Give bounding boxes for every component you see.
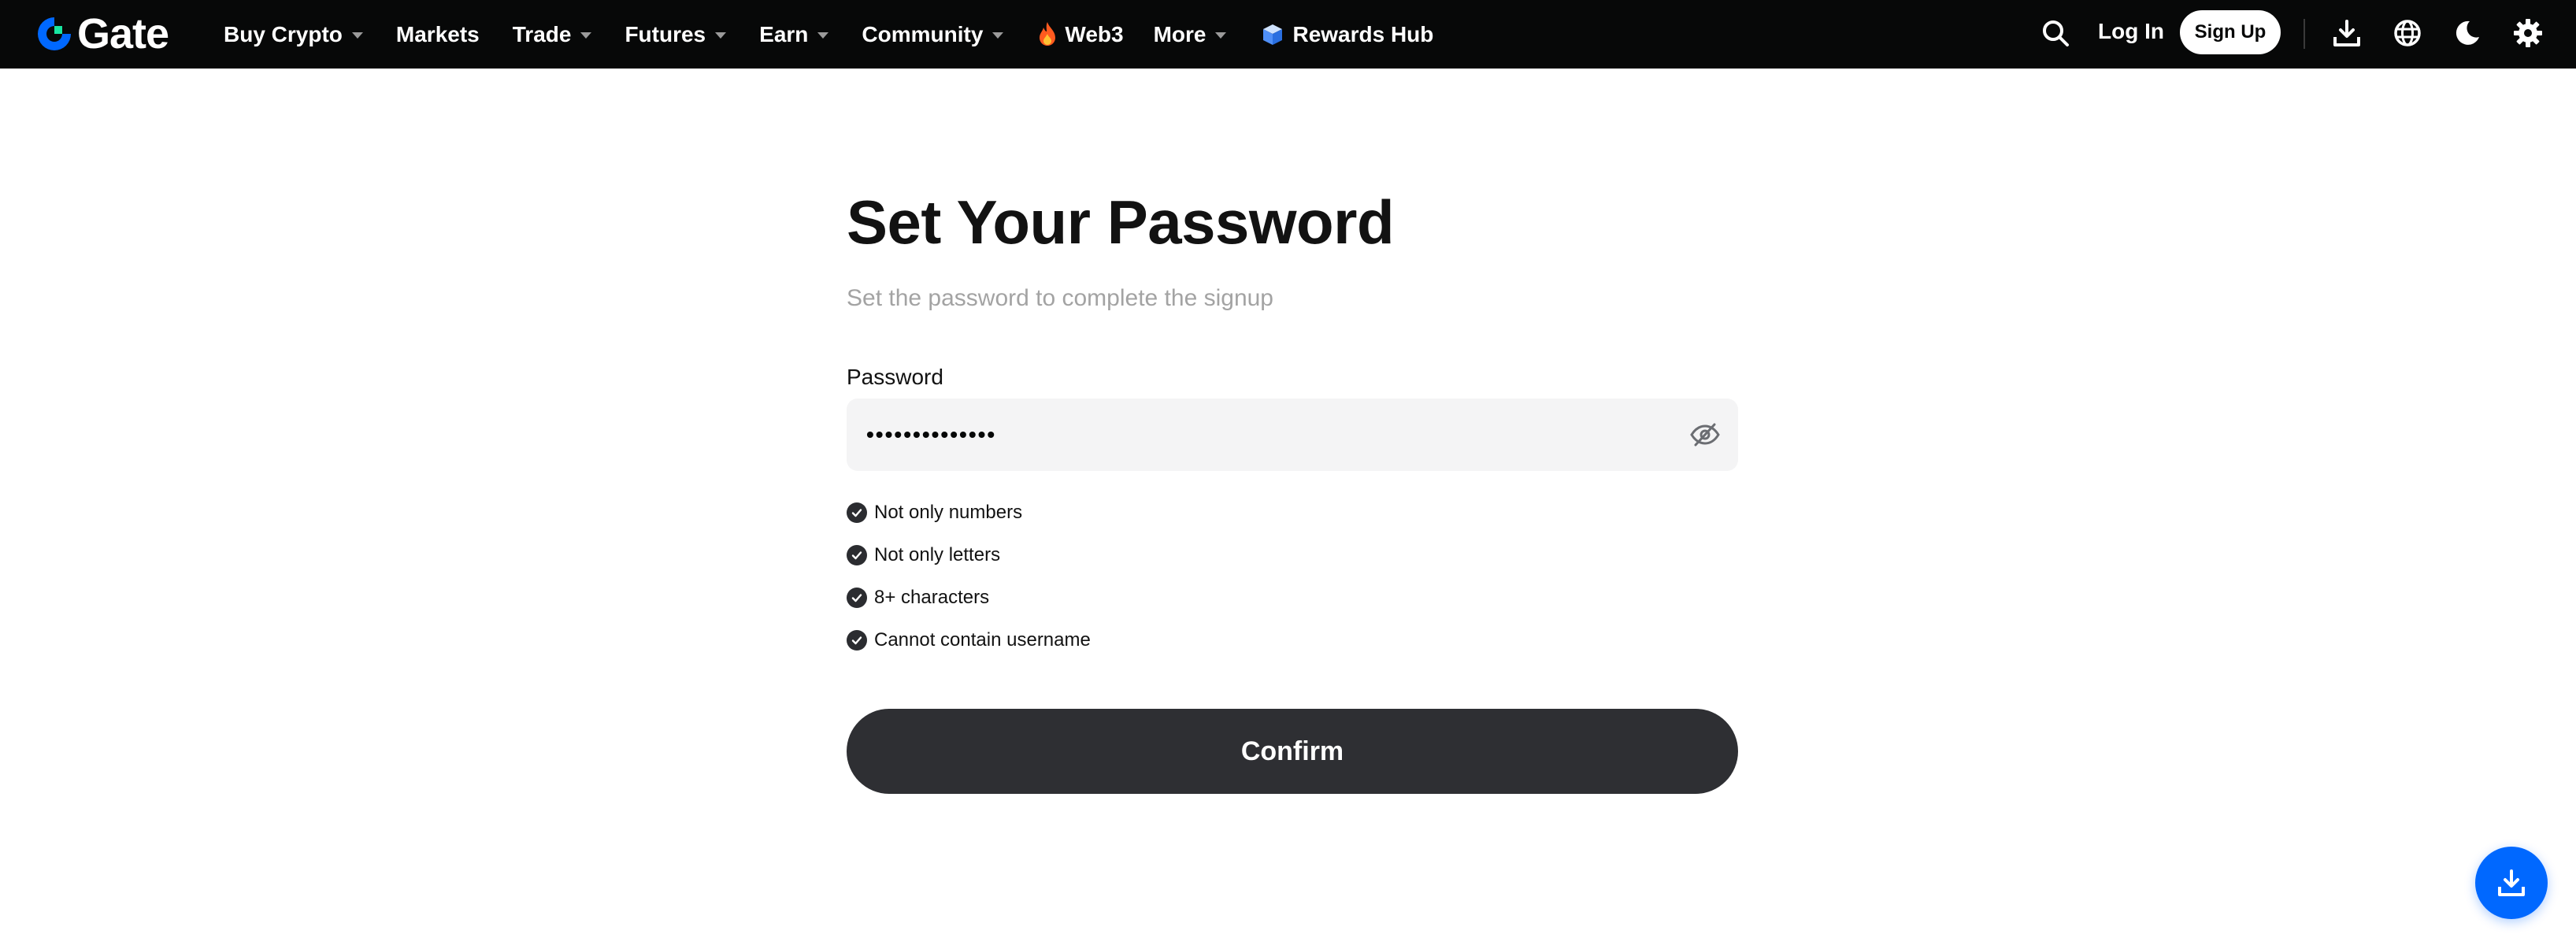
- nav-label: Rewards Hub: [1292, 21, 1434, 46]
- nav-web3[interactable]: Web3: [1036, 21, 1124, 48]
- page-subtitle: Set the password to complete the signup: [847, 285, 1273, 311]
- confirm-button[interactable]: Confirm: [847, 709, 1738, 794]
- nav-divider: [2304, 19, 2305, 49]
- check-circle-icon: [847, 502, 867, 523]
- rule-item: Not only letters: [847, 534, 1091, 576]
- nav-earn[interactable]: Earn: [759, 21, 829, 47]
- caret-down-icon: [992, 32, 1004, 39]
- caret-down-icon: [715, 32, 727, 39]
- search-icon: [2043, 20, 2069, 46]
- logo-text: Gate: [77, 10, 169, 57]
- caret-down-icon: [580, 32, 592, 39]
- download-icon: [2333, 20, 2360, 46]
- moon-icon: [2456, 20, 2479, 45]
- caret-down-icon: [351, 32, 363, 39]
- check-circle-icon: [847, 630, 867, 651]
- nav-label: Futures: [625, 21, 706, 46]
- page-title: Set Your Password: [847, 187, 1395, 257]
- nav-label: Markets: [395, 21, 480, 46]
- toggle-password-visibility[interactable]: [1686, 416, 1724, 454]
- main-nav: Buy Crypto Markets Trade Futures Earn Co…: [224, 0, 1466, 69]
- eye-slash-icon: [1690, 423, 1720, 447]
- nav-markets[interactable]: Markets: [396, 22, 480, 47]
- search-button[interactable]: [2038, 16, 2073, 50]
- nav-rewards-hub[interactable]: Rewards Hub: [1261, 22, 1433, 47]
- nav-label: Web3: [1065, 21, 1124, 46]
- password-rules: Not only numbers Not only letters 8+ cha…: [847, 491, 1091, 662]
- theme-toggle-button[interactable]: [2450, 16, 2485, 50]
- gear-icon: [2514, 19, 2542, 47]
- nav-label: Trade: [512, 21, 572, 46]
- rule-text: 8+ characters: [874, 587, 990, 608]
- floating-download-button[interactable]: [2475, 847, 2548, 919]
- password-field[interactable]: ••••••••••••••: [847, 399, 1738, 471]
- top-navigation: Gate Buy Crypto Markets Trade Futures Ea…: [0, 0, 2576, 69]
- language-button[interactable]: [2390, 16, 2425, 50]
- caret-down-icon: [817, 32, 829, 39]
- nav-label: Community: [862, 21, 984, 46]
- login-link[interactable]: Log In: [2098, 19, 2164, 44]
- rule-item: Not only numbers: [847, 491, 1091, 534]
- cube-icon: [1263, 24, 1283, 45]
- flame-icon: [1040, 21, 1056, 46]
- nav-more[interactable]: More: [1154, 22, 1227, 47]
- set-password-form: Set Your Password Set the password to co…: [847, 187, 1738, 794]
- rule-text: Not only numbers: [874, 502, 1023, 523]
- rule-item: Cannot contain username: [847, 619, 1091, 662]
- download-icon: [2498, 869, 2525, 896]
- password-label: Password: [847, 365, 943, 389]
- password-value: ••••••••••••••: [866, 422, 997, 447]
- nav-label: More: [1153, 21, 1206, 46]
- globe-icon: [2394, 20, 2421, 46]
- nav-futures[interactable]: Futures: [625, 21, 727, 47]
- signup-button[interactable]: Sign Up: [2180, 10, 2281, 54]
- nav-label: Buy Crypto: [224, 21, 343, 46]
- check-circle-icon: [847, 545, 867, 565]
- download-button[interactable]: [2330, 16, 2364, 50]
- rule-text: Cannot contain username: [874, 629, 1091, 651]
- nav-trade[interactable]: Trade: [513, 22, 592, 47]
- nav-label: Earn: [759, 21, 809, 46]
- rule-text: Not only letters: [874, 544, 1001, 565]
- settings-button[interactable]: [2511, 16, 2545, 50]
- rule-item: 8+ characters: [847, 576, 1091, 619]
- nav-community[interactable]: Community: [862, 21, 1004, 47]
- nav-buy-crypto[interactable]: Buy Crypto: [224, 22, 363, 47]
- caret-down-icon: [1215, 32, 1227, 39]
- gate-logo[interactable]: Gate: [35, 11, 169, 57]
- gate-logo-icon: [38, 17, 71, 50]
- check-circle-icon: [847, 588, 867, 608]
